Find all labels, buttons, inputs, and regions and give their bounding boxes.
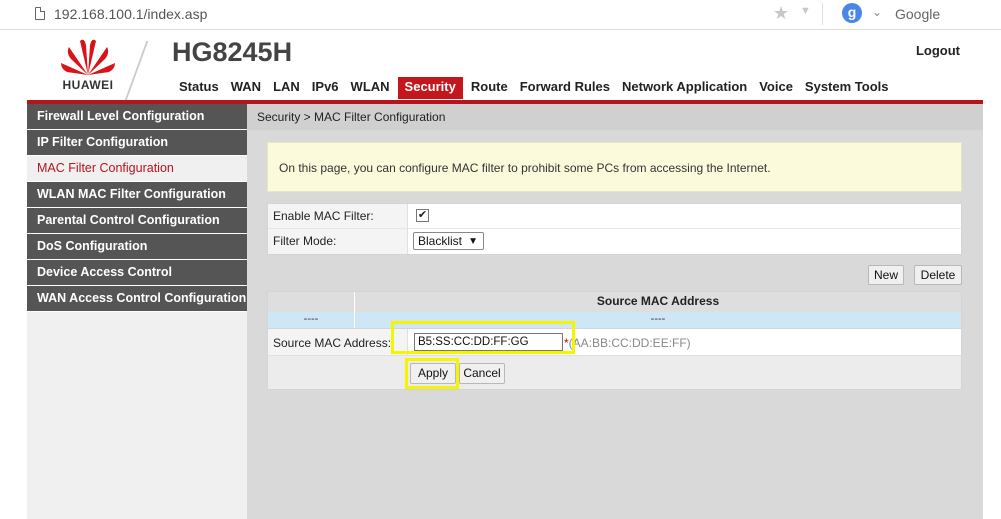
sidebar-item-device-access[interactable]: Device Access Control [27, 260, 247, 286]
info-box: On this page, you can configure MAC filt… [267, 142, 962, 192]
brand-name: HUAWEI [62, 78, 114, 92]
page: 192.168.100.1/index.asp ★ ▼ g ⌄ Google H… [0, 0, 1001, 519]
mac-entry-form: Source MAC Address: *(AA:BB:CC:DD:EE:FF) [267, 328, 962, 390]
filter-mode-value-cell: Blacklist ▼ [408, 229, 961, 254]
browser-toolbar: 192.168.100.1/index.asp ★ ▼ g ⌄ Google [0, 0, 1001, 30]
sidebar-item-firewall-level[interactable]: Firewall Level Configuration [27, 104, 247, 130]
nav-system-tools[interactable]: System Tools [799, 77, 895, 99]
mac-list-table: Source MAC Address ---- ---- [267, 291, 962, 329]
chevron-down-icon[interactable]: ▼ [800, 5, 811, 17]
dropdown-arrow-icon: ▼ [468, 236, 478, 247]
sidebar-item-wan-access[interactable]: WAN Access Control Configuration [27, 286, 247, 312]
source-mac-format-hint: (AA:BB:CC:DD:EE:FF) [568, 336, 691, 350]
router-header: HUAWEI HG8245H Logout Status WAN LAN IPv… [27, 31, 983, 103]
filter-mode-select[interactable]: Blacklist ▼ [413, 232, 484, 250]
main-nav: Status WAN LAN IPv6 WLAN Security Route … [173, 77, 894, 99]
breadcrumb-bar: Security > MAC Filter Configuration [247, 104, 983, 130]
sidebar-item-dos[interactable]: DoS Configuration [27, 234, 247, 260]
new-button[interactable]: New [868, 265, 904, 285]
bookmark-star-icon[interactable]: ★ [773, 3, 789, 24]
enable-mac-filter-checkbox[interactable]: ✔ [416, 209, 429, 222]
toolbar-divider [822, 3, 823, 25]
sidebar: Firewall Level Configuration IP Filter C… [27, 104, 247, 519]
nav-status[interactable]: Status [173, 77, 225, 99]
search-box[interactable]: Google [895, 6, 940, 22]
apply-highlight-box [405, 358, 459, 389]
sidebar-item-parental-control[interactable]: Parental Control Configuration [27, 208, 247, 234]
nav-wan[interactable]: WAN [225, 77, 267, 99]
info-text: On this page, you can configure MAC filt… [279, 161, 771, 175]
page-icon [35, 7, 45, 20]
list-header-row: Source MAC Address [268, 292, 961, 312]
sidebar-item-mac-filter[interactable]: MAC Filter Configuration [27, 156, 247, 182]
nav-network-application[interactable]: Network Application [616, 77, 753, 99]
nav-forward-rules[interactable]: Forward Rules [514, 77, 616, 99]
delete-button[interactable]: Delete [914, 265, 962, 285]
header-divider [123, 41, 149, 103]
search-engine-chevron-icon[interactable]: ⌄ [872, 5, 882, 19]
source-mac-label: Source MAC Address: [273, 336, 392, 350]
sidebar-item-wlan-mac-filter[interactable]: WLAN MAC Filter Configuration [27, 182, 247, 208]
product-title: HG8245H [172, 37, 293, 67]
breadcrumb: Security > MAC Filter Configuration [257, 110, 446, 124]
source-mac-hint: *(AA:BB:CC:DD:EE:FF) [564, 336, 691, 350]
nav-security[interactable]: Security [397, 77, 463, 99]
input-highlight-box [391, 321, 575, 354]
filter-mode-row: Filter Mode: Blacklist ▼ [268, 229, 961, 254]
list-header-select-cell [268, 292, 355, 312]
logout-link[interactable]: Logout [916, 43, 960, 58]
enable-value-cell: ✔ [408, 204, 961, 228]
nav-lan[interactable]: LAN [267, 77, 306, 99]
address-bar[interactable]: 192.168.100.1/index.asp [54, 6, 207, 22]
source-mac-row: Source MAC Address: *(AA:BB:CC:DD:EE:FF) [268, 329, 961, 356]
enable-mac-filter-label: Enable MAC Filter: [268, 204, 408, 228]
table-row[interactable]: ---- ---- [268, 312, 961, 328]
config-table: Enable MAC Filter: ✔ Filter Mode: Blackl… [267, 203, 962, 255]
nav-ipv6[interactable]: IPv6 [306, 77, 345, 99]
nav-route[interactable]: Route [465, 77, 514, 99]
list-row-cell: ---- [268, 312, 355, 328]
nav-voice[interactable]: Voice [753, 77, 799, 99]
enable-row: Enable MAC Filter: ✔ [268, 204, 961, 229]
list-header-mac: Source MAC Address [596, 294, 720, 308]
cancel-button[interactable]: Cancel [459, 363, 505, 384]
filter-mode-value: Blacklist [418, 234, 463, 248]
google-search-icon[interactable]: g [842, 3, 862, 23]
filter-mode-label: Filter Mode: [268, 229, 408, 254]
nav-wlan[interactable]: WLAN [345, 77, 396, 99]
sidebar-item-ip-filter[interactable]: IP Filter Configuration [27, 130, 247, 156]
